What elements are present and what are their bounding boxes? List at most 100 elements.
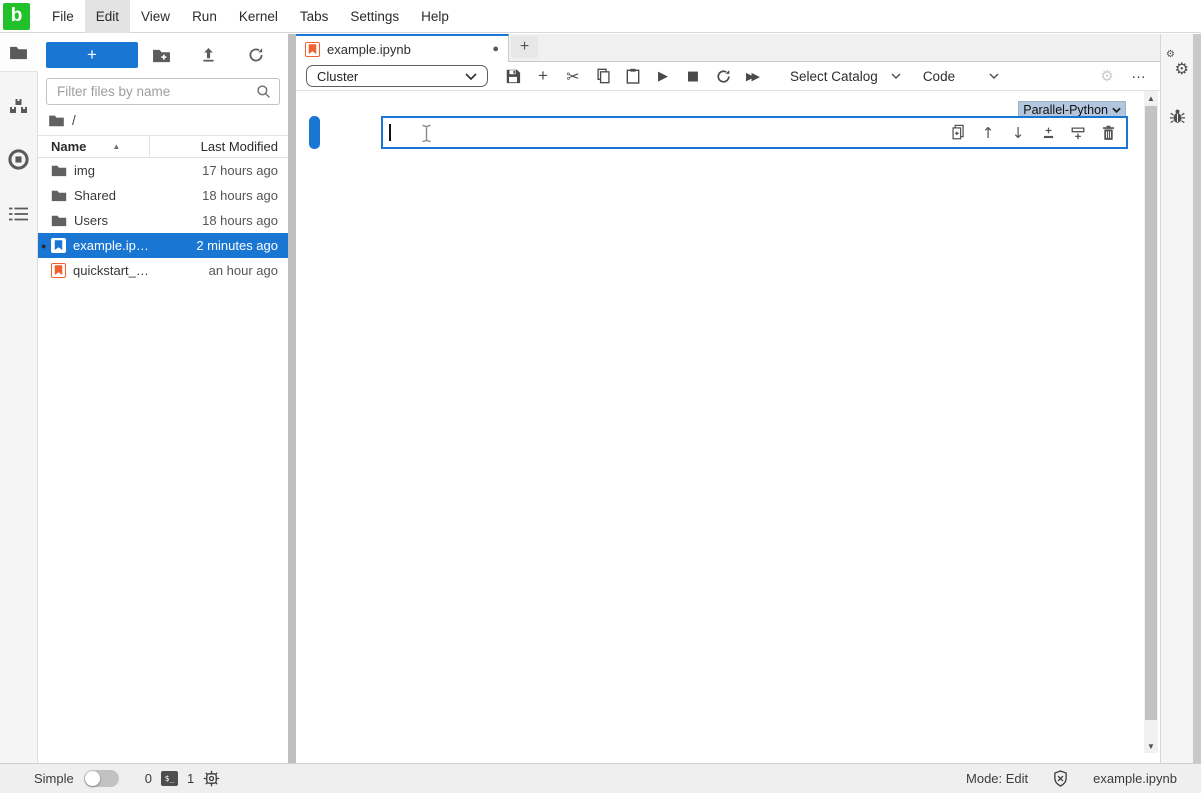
cut-cells-button[interactable]: ✂ bbox=[558, 63, 588, 90]
home-folder-icon[interactable] bbox=[48, 114, 65, 127]
window-scrollbar-strip[interactable] bbox=[1193, 34, 1201, 763]
sidebar-tab-running[interactable] bbox=[0, 140, 38, 178]
folder-icon bbox=[51, 214, 67, 227]
search-icon bbox=[256, 84, 271, 99]
current-file-label[interactable]: example.ipynb bbox=[1093, 771, 1177, 786]
file-filter-input[interactable] bbox=[55, 83, 256, 100]
sort-ascending-icon: ▲ bbox=[112, 142, 120, 151]
cell-type-select[interactable]: Code bbox=[923, 69, 999, 84]
tab-title: example.ipynb bbox=[327, 42, 411, 57]
mode-indicator[interactable]: Mode: Edit bbox=[966, 771, 1028, 786]
insert-cell-below-icon bbox=[1070, 125, 1086, 141]
menu-tabs[interactable]: Tabs bbox=[289, 0, 340, 33]
sidebar-tab-property-inspector[interactable]: ⚙ ⚙ bbox=[1161, 44, 1194, 84]
folder-icon bbox=[51, 164, 67, 177]
toolbar-right-group: ⚙ … bbox=[1092, 64, 1156, 88]
paste-cells-button[interactable] bbox=[618, 63, 648, 90]
notebook-scrollbar[interactable]: ▲ ▼ bbox=[1144, 91, 1158, 753]
scroll-up-arrow[interactable]: ▲ bbox=[1144, 91, 1158, 105]
cell-toolbar: ↑ ↓ bbox=[949, 123, 1126, 143]
insert-cell-button[interactable]: + bbox=[528, 63, 558, 90]
cut-icon: ✂ bbox=[566, 67, 579, 86]
scrollbar-thumb[interactable] bbox=[1145, 106, 1157, 720]
save-button[interactable] bbox=[498, 63, 528, 90]
notebook-content: Parallel-Python ↑ bbox=[296, 91, 1160, 763]
file-row-example-notebook[interactable]: ● example.ip… 2 minutes ago bbox=[38, 233, 288, 258]
save-icon bbox=[505, 68, 521, 84]
chevron-down-icon bbox=[465, 73, 477, 80]
arrow-down-icon: ↓ bbox=[1012, 124, 1025, 142]
gear-icon: ⚙ bbox=[1092, 67, 1122, 85]
stop-icon: ■ bbox=[687, 69, 699, 84]
new-launcher-button[interactable]: + bbox=[46, 42, 138, 68]
run-cell-button[interactable]: ▶ bbox=[648, 63, 678, 90]
menu-kernel[interactable]: Kernel bbox=[228, 0, 289, 33]
copy-cells-button[interactable] bbox=[588, 63, 618, 90]
left-sidebar bbox=[0, 34, 38, 763]
menu-settings[interactable]: Settings bbox=[339, 0, 410, 33]
ellipsis-icon: … bbox=[1131, 65, 1147, 82]
cell-collapser[interactable] bbox=[309, 116, 320, 149]
unsaved-changes-dot[interactable]: ● bbox=[492, 43, 499, 55]
code-cell[interactable]: ↑ ↓ bbox=[381, 116, 1128, 149]
breadcrumb[interactable]: / bbox=[38, 107, 288, 132]
file-list: img 17 hours ago Shared 18 hours ago Use… bbox=[38, 158, 288, 283]
cluster-select[interactable]: Cluster bbox=[306, 65, 488, 87]
duplicate-cell-button[interactable] bbox=[949, 123, 967, 143]
status-bar: Simple 0 $_ 1 Mode: Edit example.ipynb bbox=[0, 763, 1201, 793]
not-trusted-shield-icon[interactable] bbox=[1053, 770, 1068, 787]
delete-cell-button[interactable] bbox=[1099, 123, 1117, 143]
kernel-running-dot: ● bbox=[41, 241, 46, 251]
terminal-count[interactable]: 0 bbox=[145, 771, 152, 786]
notebook-panel: example.ipynb ● + Cluster + ✂ bbox=[296, 34, 1160, 763]
breadcrumb-root[interactable]: / bbox=[72, 113, 76, 128]
refresh-button[interactable] bbox=[233, 47, 280, 63]
notebook-toolbar: Cluster + ✂ ▶ bbox=[296, 62, 1160, 91]
simple-mode-toggle[interactable] bbox=[84, 770, 119, 787]
insert-cell-above-button[interactable] bbox=[1039, 123, 1057, 143]
terminal-icon: $_ bbox=[161, 771, 178, 786]
file-row-img[interactable]: img 17 hours ago bbox=[38, 158, 288, 183]
sidebar-tab-toc[interactable] bbox=[0, 195, 38, 233]
interrupt-kernel-button[interactable]: ■ bbox=[678, 63, 708, 90]
kernel-count[interactable]: 1 bbox=[187, 771, 194, 786]
chevron-down-icon bbox=[891, 73, 901, 79]
column-header-modified[interactable]: Last Modified bbox=[150, 139, 288, 154]
new-folder-icon bbox=[152, 48, 171, 63]
new-folder-button[interactable] bbox=[138, 48, 185, 63]
upload-button[interactable] bbox=[185, 47, 232, 63]
sidebar-tab-file-browser[interactable] bbox=[0, 34, 38, 72]
menu-file[interactable]: File bbox=[41, 0, 85, 33]
restart-run-all-button[interactable]: ▶▶ bbox=[738, 63, 768, 90]
tab-bar: example.ipynb ● + bbox=[296, 34, 1160, 62]
upload-icon bbox=[201, 47, 216, 63]
insert-cell-below-button[interactable] bbox=[1069, 123, 1087, 143]
menu-edit[interactable]: Edit bbox=[85, 0, 130, 33]
move-cell-up-button[interactable]: ↑ bbox=[979, 123, 997, 143]
restart-kernel-button[interactable] bbox=[708, 63, 738, 90]
file-browser-panel: + bbox=[38, 34, 288, 763]
file-row-quickstart-notebook[interactable]: quickstart_… an hour ago bbox=[38, 258, 288, 283]
move-cell-down-button[interactable]: ↓ bbox=[1009, 123, 1027, 143]
column-header-name[interactable]: Name ▲ bbox=[38, 136, 150, 157]
insert-cell-above-icon bbox=[1041, 125, 1056, 141]
tab-example-notebook[interactable]: example.ipynb ● bbox=[296, 34, 509, 62]
scroll-down-arrow[interactable]: ▼ bbox=[1144, 739, 1158, 753]
menu-run[interactable]: Run bbox=[181, 0, 228, 33]
sidebar-tab-cluster[interactable] bbox=[0, 88, 38, 126]
menu-view[interactable]: View bbox=[130, 0, 181, 33]
more-commands-button[interactable]: … bbox=[1122, 64, 1156, 88]
file-list-header: Name ▲ Last Modified bbox=[38, 135, 288, 158]
panel-splitter[interactable] bbox=[288, 34, 296, 763]
notebook-file-icon bbox=[51, 263, 66, 278]
file-filter bbox=[46, 78, 280, 105]
file-row-users[interactable]: Users 18 hours ago bbox=[38, 208, 288, 233]
menu-help[interactable]: Help bbox=[410, 0, 460, 33]
file-row-shared[interactable]: Shared 18 hours ago bbox=[38, 183, 288, 208]
arrow-up-icon: ↑ bbox=[982, 124, 995, 142]
gears-icon: ⚙ ⚙ bbox=[1166, 53, 1188, 75]
new-tab-button[interactable]: + bbox=[511, 36, 538, 58]
bug-icon bbox=[1169, 108, 1186, 125]
catalog-select[interactable]: Select Catalog bbox=[790, 69, 901, 84]
sidebar-tab-debugger[interactable] bbox=[1161, 96, 1194, 136]
